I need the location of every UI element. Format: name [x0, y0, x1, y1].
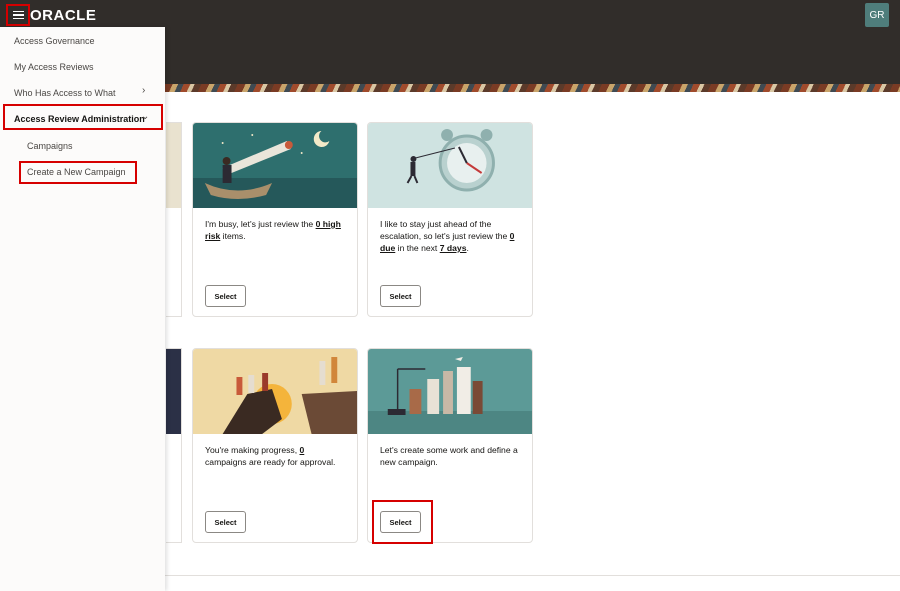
- card-text-part: items.: [220, 231, 246, 241]
- card-text: Let's create some work and define a new …: [380, 444, 522, 468]
- card-partial-1: [166, 122, 182, 317]
- days-link[interactable]: 7 days: [440, 243, 467, 253]
- header-decorative-band: [165, 84, 900, 92]
- select-button[interactable]: Select: [205, 285, 246, 307]
- card-text-part: I'm busy, let's just review the: [205, 219, 316, 229]
- menu-icon: [12, 10, 24, 13]
- select-button[interactable]: Select: [380, 285, 421, 307]
- card-text: I'm busy, let's just review the 0 high r…: [205, 218, 347, 242]
- card-due-soon: I like to stay just ahead of the escalat…: [367, 122, 533, 317]
- chevron-right-icon: ›: [142, 85, 146, 96]
- card-text-part: in the next: [395, 243, 440, 253]
- hamburger-menu-button[interactable]: [6, 4, 30, 26]
- approval-count-link[interactable]: 0: [299, 445, 304, 455]
- nav-item-access-governance[interactable]: Access Governance: [14, 36, 95, 46]
- climbers-illustration: [193, 349, 357, 434]
- nav-item-who-has-access[interactable]: Who Has Access to What: [14, 88, 116, 98]
- nav-item-campaigns[interactable]: Campaigns: [27, 141, 73, 151]
- card-high-risk: I'm busy, let's just review the 0 high r…: [192, 122, 358, 317]
- card-text-part: campaigns are ready for approval.: [205, 457, 336, 467]
- city-illustration: [368, 349, 532, 434]
- select-button[interactable]: Select: [205, 511, 246, 533]
- menu-icon-line: [12, 14, 24, 16]
- clock-illustration: [368, 123, 532, 208]
- nav-item-access-review-administration[interactable]: Access Review Administration: [14, 114, 145, 124]
- card-text-part: You're making progress,: [205, 445, 300, 455]
- footer-divider: [165, 575, 900, 576]
- chevron-down-icon: ⌄: [141, 111, 150, 122]
- card-text-part: .: [466, 243, 469, 253]
- card-ready-for-approval: You're making progress, 0 campaigns are …: [192, 348, 358, 543]
- nav-item-create-new-campaign[interactable]: Create a New Campaign: [27, 167, 126, 177]
- card-text: I like to stay just ahead of the escalat…: [380, 218, 522, 254]
- nav-item-my-access-reviews[interactable]: My Access Reviews: [14, 62, 94, 72]
- card-text-part: I like to stay just ahead of the escalat…: [380, 219, 510, 241]
- select-button-highlight: [372, 500, 433, 544]
- menu-icon-line: [12, 17, 24, 20]
- oracle-logo: ORACLE: [30, 7, 97, 24]
- card-text: You're making progress, 0 campaigns are …: [205, 444, 347, 468]
- card-partial-2: [166, 348, 182, 543]
- navigation-drawer: Access Governance My Access Reviews Who …: [0, 27, 165, 591]
- user-avatar[interactable]: GR: [865, 3, 889, 27]
- telescope-illustration: [193, 123, 357, 208]
- card-text-part: Let's create some work and define a new …: [380, 445, 518, 467]
